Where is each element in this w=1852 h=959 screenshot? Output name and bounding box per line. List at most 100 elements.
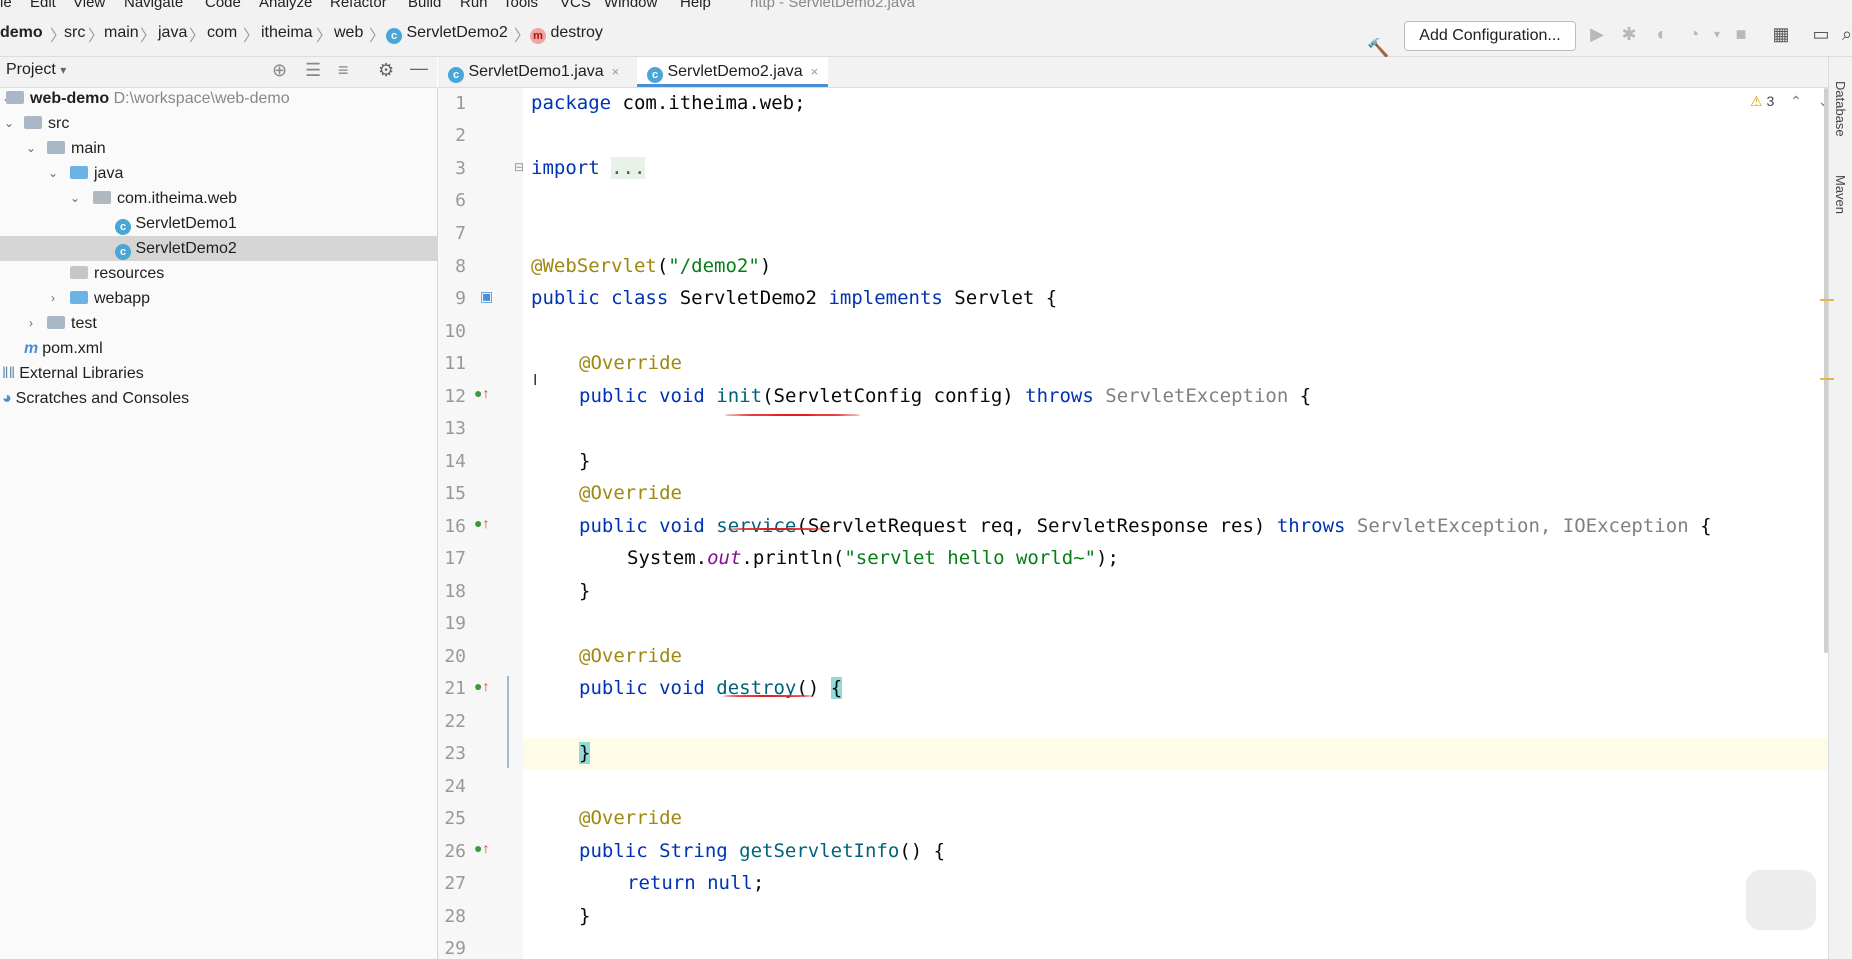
breadcrumb-main[interactable]: main <box>104 24 139 42</box>
servlet-mapping-icon[interactable]: ▣ <box>480 288 493 305</box>
tree-item-src[interactable]: ⌄ src <box>0 111 437 136</box>
code-line-27: return null; <box>627 872 764 894</box>
menu-analyze[interactable]: Analyze <box>259 0 312 11</box>
menu-edit[interactable]: Edit <box>30 0 56 11</box>
search-icon[interactable]: ⌕ <box>1836 23 1852 45</box>
minimize-icon[interactable]: — <box>410 58 428 79</box>
code-line-26: public String getServletInfo() { <box>579 840 945 862</box>
menu-navigate[interactable]: Navigate <box>124 0 183 11</box>
matched-brace: } <box>579 742 591 764</box>
breadcrumb-project[interactable]: demo <box>0 24 43 42</box>
collapse-all-icon[interactable]: ≡ <box>338 60 349 81</box>
run-icon[interactable]: ▶ <box>1586 23 1608 45</box>
breadcrumb-class[interactable]: c ServletDemo2 <box>386 24 508 44</box>
breadcrumb-method-label: destroy <box>550 24 603 41</box>
tree-item-main[interactable]: ⌄ main <box>0 136 437 161</box>
database-tool-tab[interactable]: Database <box>1833 81 1848 137</box>
keyword: import <box>531 157 600 179</box>
tree-item-scratches[interactable]: ◕ Scratches and Consoles <box>0 386 437 411</box>
chevron-down-icon[interactable]: ⌄ <box>2 111 16 136</box>
tab-servletdemo1[interactable]: c ServletDemo1.java × <box>438 57 629 87</box>
tree-item-test[interactable]: › test <box>0 311 437 336</box>
code-text: System. <box>627 547 708 569</box>
menu-run[interactable]: Run <box>460 0 488 11</box>
tree-item-java[interactable]: ⌄ java <box>0 161 437 186</box>
menu-window[interactable]: Window <box>604 0 657 11</box>
warning-stripe-marker[interactable] <box>1820 299 1834 301</box>
tab-servletdemo2[interactable]: c ServletDemo2.java × <box>637 57 829 87</box>
menu-file[interactable]: le <box>0 0 12 11</box>
close-icon[interactable]: × <box>612 64 620 79</box>
tree-item-servletdemo2[interactable]: c ServletDemo2 <box>0 236 437 261</box>
run-dropdown-icon[interactable]: ▾ <box>1706 23 1728 45</box>
breadcrumb-separator: 〉 <box>316 28 333 45</box>
code-line-1: package com.itheima.web; <box>531 92 806 114</box>
fold-icon[interactable]: ⊟ <box>514 160 524 174</box>
add-configuration-button[interactable]: Add Configuration... <box>1404 21 1576 51</box>
menu-build[interactable]: Build <box>408 0 441 11</box>
keyword: public void <box>579 677 705 699</box>
breadcrumb-itheima[interactable]: itheima <box>261 24 313 42</box>
keyword: public void <box>579 385 705 407</box>
profile-icon[interactable]: ◔ <box>1683 23 1705 45</box>
tree-item-label: pom.xml <box>42 340 103 357</box>
keyword: package <box>531 92 612 114</box>
chevron-right-icon[interactable]: › <box>24 311 38 336</box>
breadcrumb-src[interactable]: src <box>64 24 85 42</box>
menu-code[interactable]: Code <box>205 0 241 11</box>
menu-vcs[interactable]: VCS <box>560 0 591 11</box>
folder-icon <box>47 141 65 154</box>
tree-item-servletdemo1[interactable]: c ServletDemo1 <box>0 211 437 236</box>
tree-item-resources[interactable]: resources <box>0 261 437 286</box>
locate-file-icon[interactable]: ⊕ <box>272 60 287 81</box>
tree-item-web-demo[interactable]: ⌄ web-demo D:\workspace\web-demo <box>0 86 437 111</box>
implements-method-icon[interactable]: ●↑ <box>474 385 489 401</box>
code-text: Servlet { <box>942 287 1058 309</box>
breadcrumb-java[interactable]: java <box>158 24 187 42</box>
tree-item-label: External Libraries <box>19 365 144 382</box>
current-line-highlight <box>523 738 1828 770</box>
gear-icon[interactable]: ⚙ <box>378 60 394 81</box>
expand-all-icon[interactable]: ☰ <box>305 60 321 81</box>
tree-item-package[interactable]: ⌄ com.itheima.web <box>0 186 437 211</box>
folded-imports[interactable]: ... <box>611 157 646 179</box>
line-number: 28 <box>444 906 466 927</box>
implements-method-icon[interactable]: ●↑ <box>474 515 489 531</box>
editor-scrollbar[interactable] <box>1824 88 1828 653</box>
chevron-down-icon[interactable]: ⌄ <box>68 186 82 211</box>
coverage-icon[interactable]: ◐ <box>1651 23 1673 45</box>
menu-refactor[interactable]: Refactor <box>330 0 387 11</box>
close-icon[interactable]: × <box>811 64 819 79</box>
warning-stripe-marker[interactable] <box>1820 378 1834 380</box>
tree-item-label: Scratches and Consoles <box>15 390 190 407</box>
menu-view[interactable]: View <box>73 0 105 11</box>
debug-icon[interactable]: ✱ <box>1618 23 1640 45</box>
menu-tools[interactable]: Tools <box>503 0 538 11</box>
layout-icon[interactable]: ▭ <box>1810 23 1832 45</box>
breadcrumb-web[interactable]: web <box>334 24 363 42</box>
implements-method-icon[interactable]: ●↑ <box>474 840 489 856</box>
scratches-icon: ◕ <box>2 390 12 407</box>
line-number: 16 <box>444 516 466 537</box>
tree-item-webapp[interactable]: › webapp <box>0 286 437 311</box>
breadcrumb-method[interactable]: m destroy <box>530 24 603 44</box>
chevron-up-icon[interactable]: ⌃ <box>1790 93 1802 109</box>
line-number: 15 <box>444 483 466 504</box>
project-view-selector[interactable]: Project ▾ <box>6 61 66 79</box>
tab-label: ServletDemo2.java <box>667 63 803 80</box>
tree-item-pom[interactable]: m pom.xml <box>0 336 437 361</box>
package-icon <box>93 191 111 204</box>
tree-item-external-libraries[interactable]: ‖‖ External Libraries <box>0 361 437 386</box>
chevron-right-icon[interactable]: › <box>46 286 60 311</box>
project-structure-icon[interactable]: ▦ <box>1770 23 1792 45</box>
stop-icon[interactable]: ■ <box>1730 23 1752 45</box>
breadcrumb-com[interactable]: com <box>207 24 237 42</box>
inspection-widget[interactable]: ⚠ 3 ⌃ ⌄ <box>1750 93 1830 110</box>
tree-item-label: main <box>71 140 106 157</box>
maven-tool-tab[interactable]: Maven <box>1833 175 1848 214</box>
chevron-down-icon[interactable]: ⌄ <box>24 136 38 161</box>
chevron-down-icon[interactable]: ⌄ <box>46 161 60 186</box>
build-hammer-icon[interactable]: 🔨 <box>1367 37 1389 59</box>
implements-method-icon[interactable]: ●↑ <box>474 678 489 694</box>
menu-help[interactable]: Help <box>680 0 711 11</box>
